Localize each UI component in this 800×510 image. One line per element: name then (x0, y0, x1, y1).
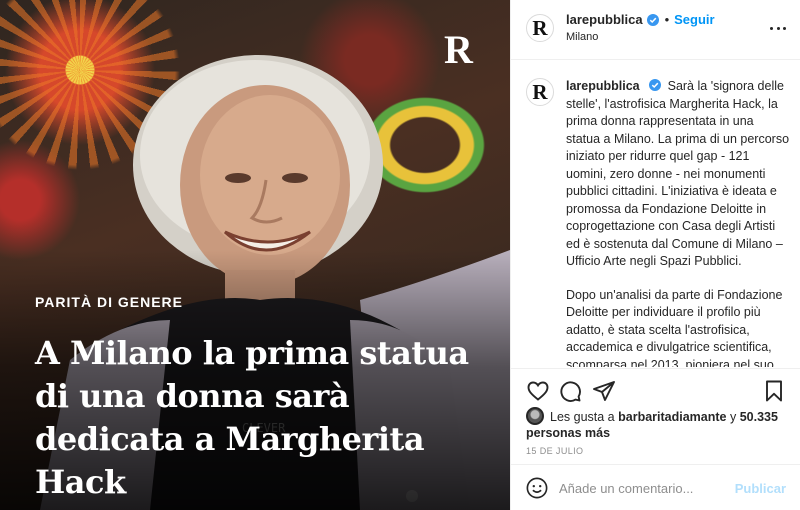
verified-badge-icon (649, 79, 662, 91)
liker-username[interactable]: barbaritadiamante (618, 410, 726, 424)
avatar[interactable]: R (526, 14, 554, 42)
post-date[interactable]: 15 DE JULIO (526, 446, 583, 456)
post-caption: larepubblica Sarà la 'signora delle stel… (566, 78, 790, 367)
comment-icon[interactable] (558, 379, 582, 403)
verified-badge-icon (646, 13, 659, 26)
bookmark-icon[interactable] (762, 379, 786, 403)
liker-avatar[interactable] (526, 407, 544, 425)
image-kicker: PARITÀ DI GENERE (35, 294, 183, 310)
post-actions: Les gusta a barbaritadiamante y 50.335 p… (511, 368, 800, 464)
caption-area[interactable]: R larepubblica Sarà la 'signora delle st… (511, 61, 800, 367)
heart-icon[interactable] (526, 379, 550, 403)
likes-prefix: Les gusta a (550, 410, 615, 424)
publish-button[interactable]: Publicar (735, 481, 786, 496)
caption-paragraph-1: Sarà la 'signora delle stelle', l'astrof… (566, 79, 790, 268)
likes-connector: y (729, 410, 737, 424)
location-link[interactable]: Milano (566, 31, 598, 43)
likes-summary: Les gusta a barbaritadiamante y 50.335 p… (526, 407, 796, 441)
caption-username[interactable]: larepubblica (566, 79, 640, 93)
comment-input[interactable] (559, 478, 729, 498)
follow-button[interactable]: Seguir (674, 12, 714, 27)
republica-logo: R (444, 27, 473, 72)
more-options-icon[interactable] (770, 20, 786, 36)
caption-avatar[interactable]: R (526, 78, 554, 106)
separator-dot: • (664, 12, 670, 27)
comment-bar: Publicar (511, 464, 800, 510)
paper-plane-icon[interactable] (592, 379, 616, 403)
username-row: larepubblica • Seguir (566, 12, 715, 27)
post-header: R larepubblica • Seguir Milano (511, 0, 800, 60)
post-image[interactable]: CLEVER R PARITÀ DI GENERE A Milano la pr… (0, 0, 510, 510)
smiley-icon[interactable] (526, 477, 548, 499)
post-sidebar: R larepubblica • Seguir Milano R larepub… (510, 0, 800, 510)
username-link[interactable]: larepubblica (566, 12, 643, 27)
caption-paragraph-2: Dopo un'analisi da parte di Fondazione D… (566, 287, 783, 368)
image-headline: A Milano la prima statua di una donna sa… (35, 334, 469, 501)
